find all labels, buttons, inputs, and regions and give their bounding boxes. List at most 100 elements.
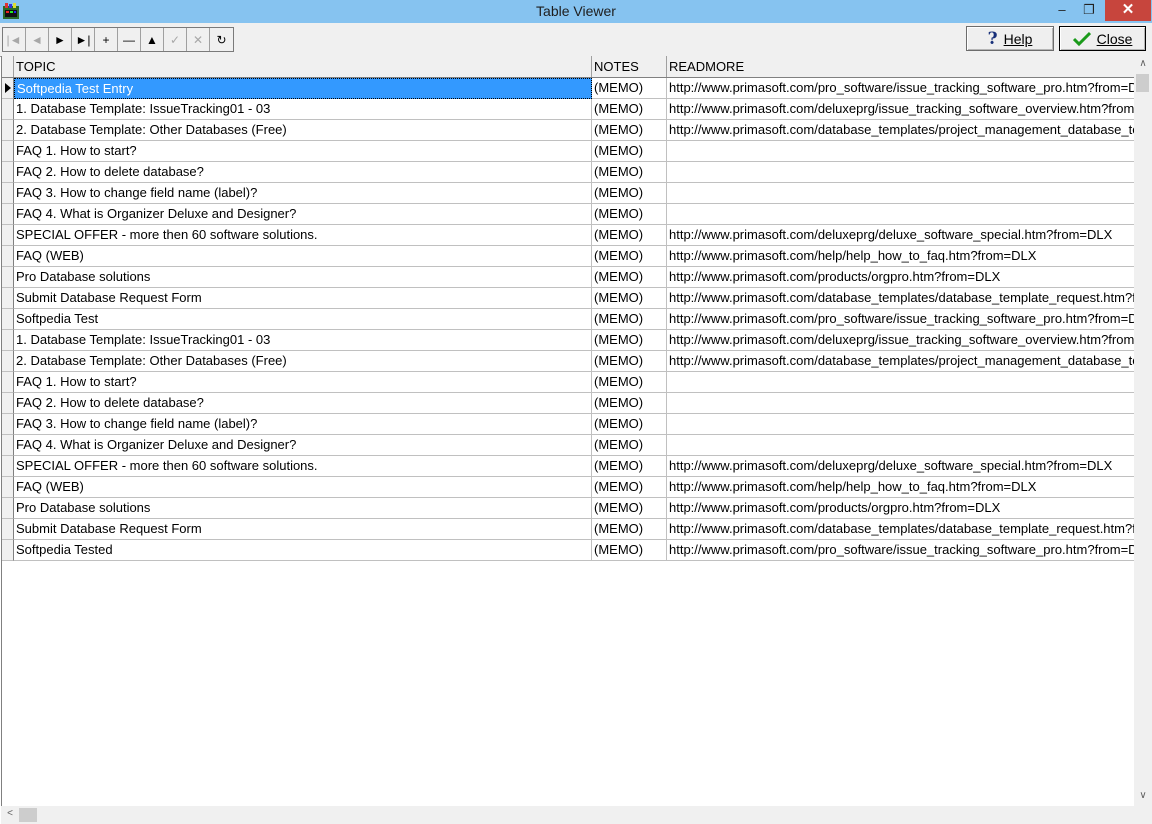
table-row[interactable]: FAQ (WEB) (MEMO) http://www.primasoft.com/… — [2, 246, 1135, 267]
row-indicator[interactable] — [2, 267, 14, 288]
row-indicator[interactable] — [2, 204, 14, 225]
horizontal-scroll-thumb[interactable] — [19, 808, 37, 822]
table-row[interactable]: Submit Database Request Form (MEMO) http:/… — [2, 519, 1135, 540]
cell-topic[interactable]: SPECIAL OFFER - more then 60 software so… — [14, 225, 592, 246]
data-grid[interactable]: TOPIC NOTES READMORE Softpedia Test Entr… — [1, 56, 1135, 806]
cell-topic[interactable]: FAQ 2. How to delete database? — [14, 162, 592, 183]
cell-notes[interactable]: (MEMO) — [592, 540, 667, 561]
table-row[interactable]: Softpedia Test (MEMO) http://www.primasoft… — [2, 309, 1135, 330]
restore-button[interactable]: ❐ — [1076, 0, 1102, 21]
cell-readmore[interactable]: http://www.primasoft.com/help/help_how_t… — [667, 246, 1135, 267]
cell-notes[interactable]: (MEMO) — [592, 372, 667, 393]
cell-readmore[interactable] — [667, 393, 1135, 414]
table-row[interactable]: Pro Database solutions (MEMO) http://www.p… — [2, 267, 1135, 288]
table-row[interactable]: Pro Database solutions (MEMO) http://www.p… — [2, 498, 1135, 519]
cell-readmore[interactable]: http://www.primasoft.com/deluxeprg/delux… — [667, 225, 1135, 246]
table-row[interactable]: 2. Database Template: Other Databases (F… — [2, 351, 1135, 372]
cell-notes[interactable]: (MEMO) — [592, 99, 667, 120]
cell-readmore[interactable]: http://www.primasoft.com/pro_software/is… — [667, 540, 1135, 561]
close-window-button[interactable]: ✕ — [1105, 0, 1151, 21]
row-indicator[interactable] — [2, 120, 14, 141]
refresh-button[interactable]: ↻ — [210, 28, 233, 51]
table-row[interactable]: FAQ 2. How to delete database? (MEMO) — [2, 162, 1135, 183]
prior-record-button[interactable]: ◄ — [26, 28, 49, 51]
cell-topic[interactable]: FAQ 4. What is Organizer Deluxe and Desi… — [14, 435, 592, 456]
row-indicator[interactable] — [2, 99, 14, 120]
cell-notes[interactable]: (MEMO) — [592, 267, 667, 288]
help-button[interactable]: ? Help — [966, 26, 1054, 51]
cell-topic[interactable]: Pro Database solutions — [14, 267, 592, 288]
cell-topic[interactable]: 2. Database Template: Other Databases (F… — [14, 351, 592, 372]
cell-notes[interactable]: (MEMO) — [592, 414, 667, 435]
cell-readmore[interactable] — [667, 414, 1135, 435]
cell-notes[interactable]: (MEMO) — [592, 477, 667, 498]
row-indicator[interactable] — [2, 519, 14, 540]
cell-notes[interactable]: (MEMO) — [592, 141, 667, 162]
horizontal-scrollbar[interactable]: < — [1, 806, 1134, 824]
row-indicator[interactable] — [2, 540, 14, 561]
cell-topic[interactable]: Softpedia Tested — [14, 540, 592, 561]
cell-notes[interactable]: (MEMO) — [592, 351, 667, 372]
row-indicator[interactable] — [2, 246, 14, 267]
table-row[interactable]: 1. Database Template: IssueTracking01 - … — [2, 330, 1135, 351]
cell-notes[interactable]: (MEMO) — [592, 435, 667, 456]
row-indicator[interactable] — [2, 414, 14, 435]
post-record-button[interactable]: ✓ — [164, 28, 187, 51]
cell-notes[interactable]: (MEMO) — [592, 288, 667, 309]
cell-notes[interactable]: (MEMO) — [592, 78, 667, 99]
column-header-readmore[interactable]: READMORE — [667, 56, 1135, 77]
edit-record-button[interactable]: ▲ — [141, 28, 164, 51]
table-row[interactable]: FAQ 1. How to start? (MEMO) — [2, 141, 1135, 162]
cell-readmore[interactable] — [667, 183, 1135, 204]
column-header-topic[interactable]: TOPIC — [14, 56, 592, 77]
table-row[interactable]: SPECIAL OFFER - more then 60 software so… — [2, 225, 1135, 246]
row-indicator[interactable] — [2, 435, 14, 456]
delete-record-button[interactable]: — — [118, 28, 141, 51]
row-indicator[interactable] — [2, 309, 14, 330]
cell-notes[interactable]: (MEMO) — [592, 225, 667, 246]
cell-topic[interactable]: Submit Database Request Form — [14, 288, 592, 309]
table-row[interactable]: FAQ 4. What is Organizer Deluxe and Desi… — [2, 435, 1135, 456]
row-indicator[interactable] — [2, 288, 14, 309]
cell-notes[interactable]: (MEMO) — [592, 456, 667, 477]
cell-readmore[interactable]: http://www.primasoft.com/help/help_how_t… — [667, 477, 1135, 498]
cell-topic[interactable]: 2. Database Template: Other Databases (F… — [14, 120, 592, 141]
cell-readmore[interactable]: http://www.primasoft.com/pro_software/is… — [667, 309, 1135, 330]
table-row[interactable]: FAQ 3. How to change field name (label)?… — [2, 414, 1135, 435]
cell-notes[interactable]: (MEMO) — [592, 519, 667, 540]
cell-topic[interactable]: 1. Database Template: IssueTracking01 - … — [14, 330, 592, 351]
cell-readmore[interactable]: http://www.primasoft.com/database_templa… — [667, 351, 1135, 372]
cell-readmore[interactable]: http://www.primasoft.com/database_templa… — [667, 519, 1135, 540]
cell-topic[interactable]: FAQ 2. How to delete database? — [14, 393, 592, 414]
row-indicator[interactable] — [2, 162, 14, 183]
cell-notes[interactable]: (MEMO) — [592, 309, 667, 330]
scroll-down-icon[interactable]: ∨ — [1134, 790, 1152, 801]
cell-topic[interactable]: SPECIAL OFFER - more then 60 software so… — [14, 456, 592, 477]
next-record-button[interactable]: ► — [49, 28, 72, 51]
table-row[interactable]: 1. Database Template: IssueTracking01 - … — [2, 99, 1135, 120]
cell-readmore[interactable]: http://www.primasoft.com/deluxeprg/issue… — [667, 99, 1135, 120]
cell-readmore[interactable]: http://www.primasoft.com/database_templa… — [667, 288, 1135, 309]
cell-topic[interactable]: FAQ 3. How to change field name (label)? — [14, 414, 592, 435]
scroll-up-icon[interactable]: ∧ — [1134, 58, 1152, 69]
row-indicator[interactable] — [2, 351, 14, 372]
column-header-notes[interactable]: NOTES — [592, 56, 667, 77]
cell-readmore[interactable] — [667, 372, 1135, 393]
row-indicator[interactable] — [2, 498, 14, 519]
vertical-scroll-thumb[interactable] — [1136, 74, 1149, 92]
cell-readmore[interactable] — [667, 141, 1135, 162]
insert-record-button[interactable]: + — [95, 28, 118, 51]
cell-readmore[interactable]: http://www.primasoft.com/deluxeprg/issue… — [667, 330, 1135, 351]
cell-notes[interactable]: (MEMO) — [592, 204, 667, 225]
cell-notes[interactable]: (MEMO) — [592, 120, 667, 141]
cell-topic[interactable]: FAQ 3. How to change field name (label)? — [14, 183, 592, 204]
row-indicator[interactable] — [2, 78, 14, 99]
close-button[interactable]: Close — [1059, 26, 1146, 51]
vertical-scrollbar[interactable]: ∧ ∨ — [1134, 56, 1152, 806]
cell-notes[interactable]: (MEMO) — [592, 246, 667, 267]
cell-notes[interactable]: (MEMO) — [592, 330, 667, 351]
cell-notes[interactable]: (MEMO) — [592, 498, 667, 519]
cell-readmore[interactable]: http://www.primasoft.com/database_templa… — [667, 120, 1135, 141]
cell-topic[interactable]: Softpedia Test — [14, 309, 592, 330]
table-row[interactable]: 2. Database Template: Other Databases (F… — [2, 120, 1135, 141]
